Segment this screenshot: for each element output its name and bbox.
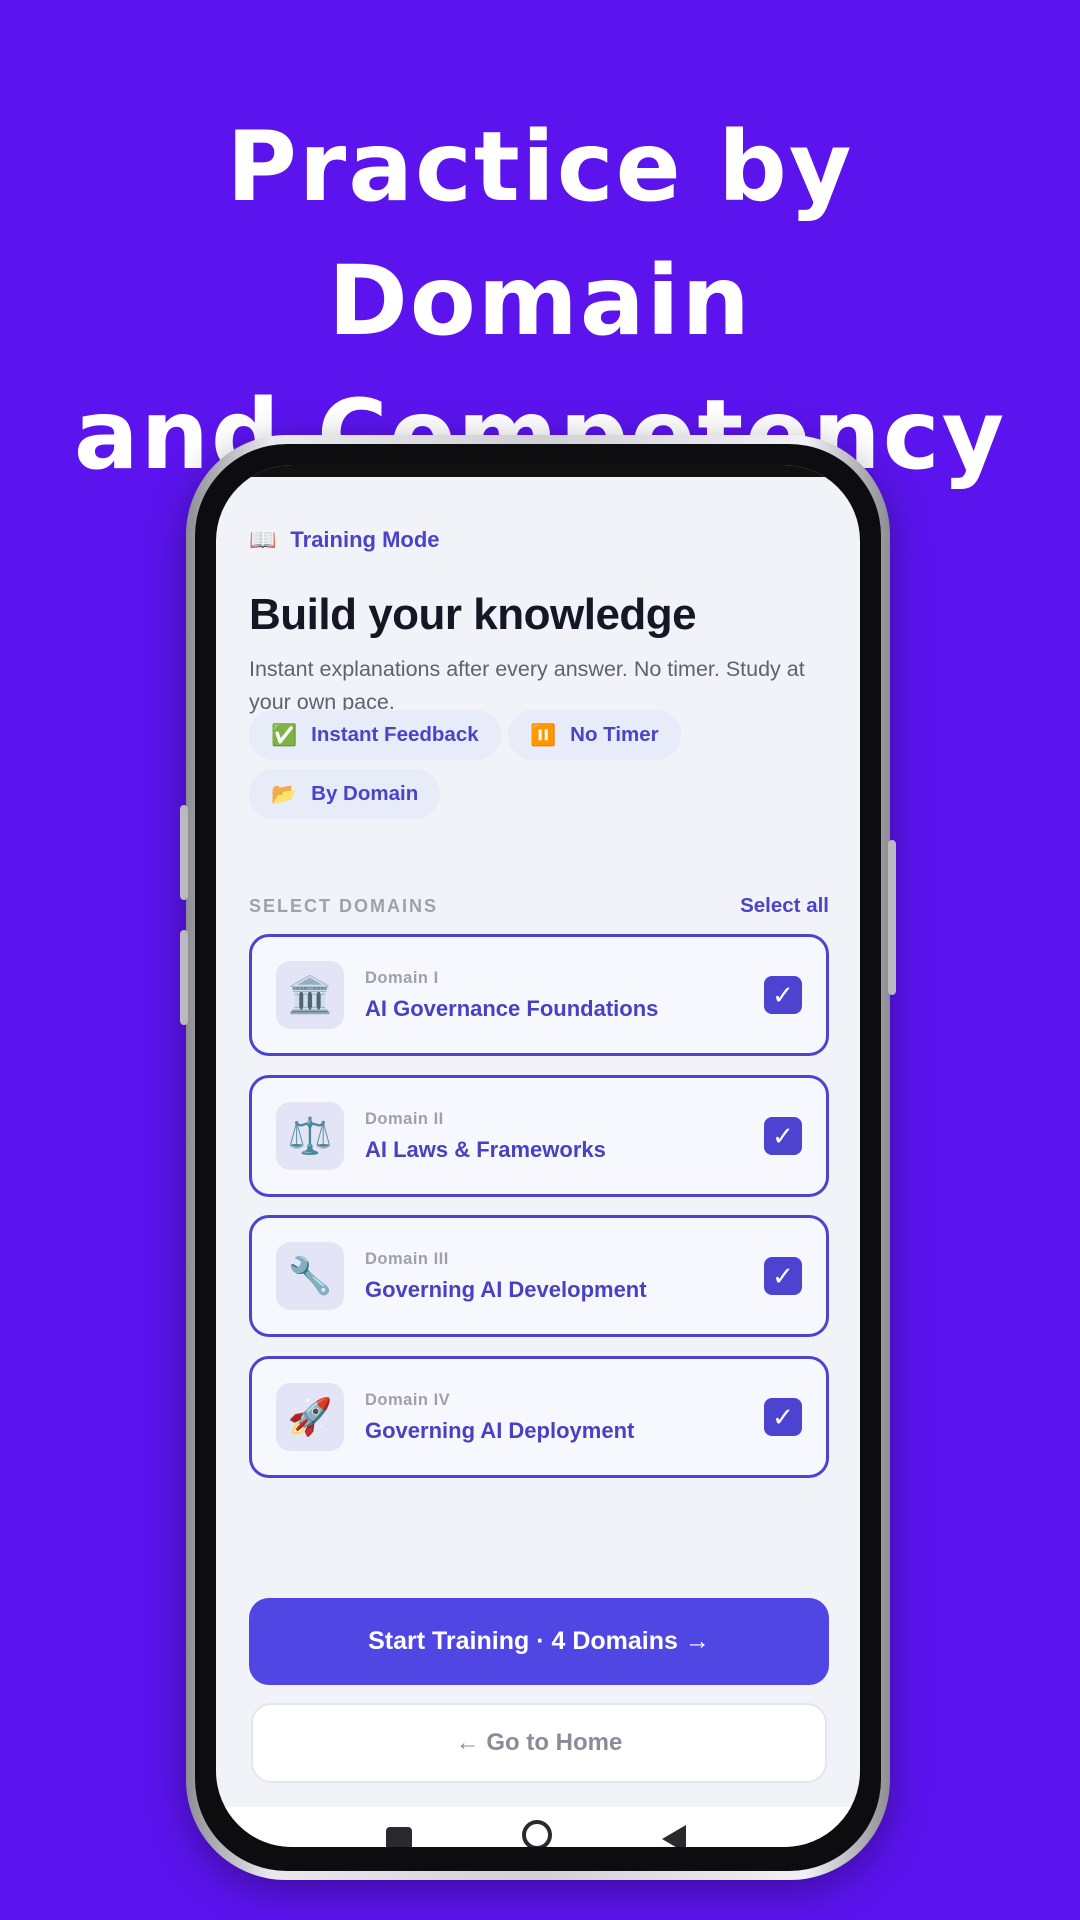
mode-indicator: 📖 Training Mode: [249, 525, 440, 555]
mode-label: Training Mode: [290, 527, 440, 552]
domain-card-4[interactable]: 🚀 Domain IV Governing AI Deployment ✓: [249, 1356, 829, 1478]
domain-number: Domain II: [365, 1109, 444, 1128]
feature-pill-no-timer: ⏸️ No Timer: [508, 710, 681, 760]
domain-name: AI Governance Foundations: [365, 995, 659, 1021]
rocket-icon: 🚀: [276, 1383, 344, 1451]
domain-number: Domain III: [365, 1249, 449, 1268]
wrench-icon: 🔧: [276, 1242, 344, 1310]
domain-number: Domain I: [365, 968, 439, 987]
check-icon: ✅: [271, 723, 298, 747]
domain-checkbox[interactable]: ✓: [764, 1117, 802, 1155]
phone-screen: 📖 Training Mode Build your knowledge Ins…: [216, 465, 860, 1847]
domain-checkbox[interactable]: ✓: [764, 1398, 802, 1436]
pause-icon: ⏸️: [530, 723, 557, 747]
select-domains-header: SELECT DOMAINS Select all: [249, 891, 829, 921]
select-all-link[interactable]: Select all: [740, 894, 829, 918]
feature-pill-instant-feedback: ✅ Instant Feedback: [249, 710, 501, 760]
domain-card-1[interactable]: 🏛️ Domain I AI Governance Foundations ✓: [249, 934, 829, 1056]
book-icon: 📖: [249, 527, 277, 552]
start-training-button[interactable]: Start Training · 4 Domains →: [249, 1598, 829, 1685]
balance-scale-icon: ⚖️: [276, 1102, 344, 1170]
promo-headline-line-1: Practice by Domain: [226, 111, 854, 357]
go-home-button[interactable]: ← Go to Home: [251, 1703, 827, 1783]
status-bar: [216, 465, 860, 477]
domain-text: Domain II AI Laws & Frameworks: [365, 1110, 764, 1163]
phone-volume-up-button: [180, 805, 188, 900]
classical-building-icon: 🏛️: [276, 961, 344, 1029]
domain-text: Domain I AI Governance Foundations: [365, 969, 764, 1022]
android-nav-bar: [216, 1807, 860, 1847]
home-circle-icon[interactable]: [522, 1820, 552, 1847]
folder-icon: 📂: [271, 782, 298, 806]
back-triangle-icon[interactable]: [662, 1825, 686, 1847]
domain-text: Domain III Governing AI Development: [365, 1250, 764, 1303]
section-label: SELECT DOMAINS: [249, 895, 439, 916]
domain-name: AI Laws & Frameworks: [365, 1136, 606, 1162]
phone-volume-down-button: [180, 930, 188, 1025]
domain-text: Domain IV Governing AI Deployment: [365, 1391, 764, 1444]
domain-card-2[interactable]: ⚖️ Domain II AI Laws & Frameworks ✓: [249, 1075, 829, 1197]
phone-power-button: [888, 840, 896, 995]
page-title: Build your knowledge: [249, 590, 697, 639]
domain-name: Governing AI Development: [365, 1276, 647, 1302]
feature-pill-label: Instant Feedback: [311, 723, 479, 746]
domain-checkbox[interactable]: ✓: [764, 976, 802, 1014]
feature-pill-label: By Domain: [311, 782, 419, 805]
domain-checkbox[interactable]: ✓: [764, 1257, 802, 1295]
feature-pill-by-domain: 📂 By Domain: [249, 769, 441, 819]
feature-pill-label: No Timer: [570, 723, 659, 746]
domain-card-3[interactable]: 🔧 Domain III Governing AI Development ✓: [249, 1215, 829, 1337]
recent-apps-icon[interactable]: [386, 1827, 412, 1847]
domain-name: Governing AI Deployment: [365, 1417, 635, 1443]
domain-number: Domain IV: [365, 1390, 451, 1409]
